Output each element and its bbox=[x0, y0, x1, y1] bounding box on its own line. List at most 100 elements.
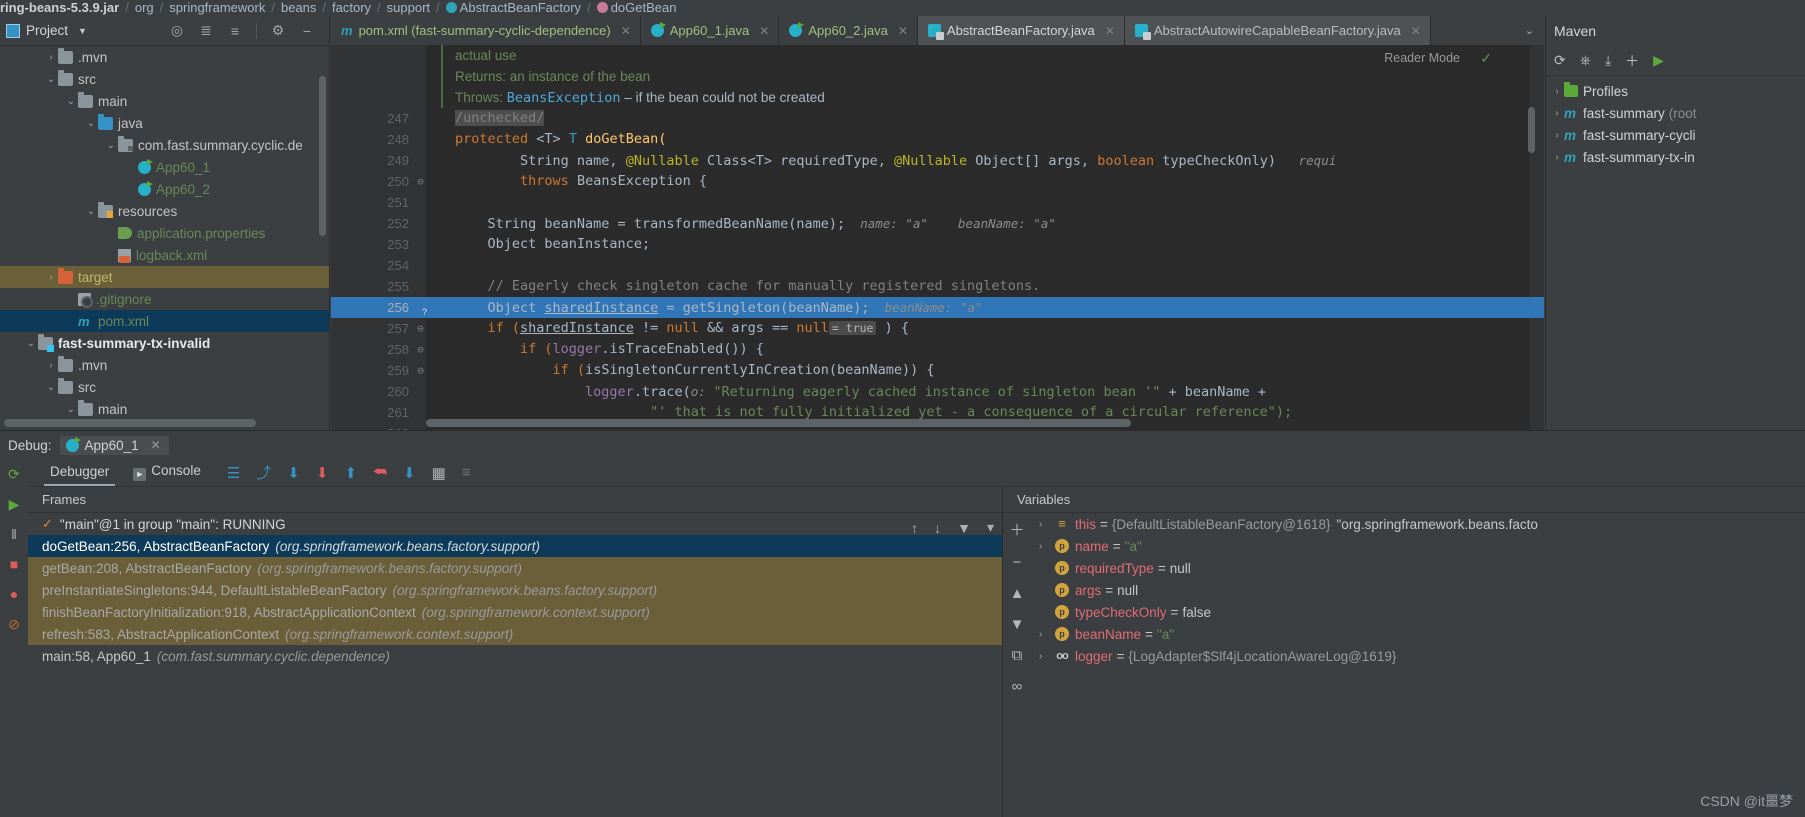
step-into-icon[interactable]: ⬇ bbox=[287, 464, 300, 482]
close-icon[interactable]: ✕ bbox=[1105, 24, 1115, 38]
chevron-down-icon[interactable]: ⌄ bbox=[104, 140, 118, 151]
remove-watch-icon[interactable]: − bbox=[1013, 554, 1022, 571]
chevron-down-icon[interactable]: ⌄ bbox=[84, 206, 98, 217]
editor-tabs-overflow-icon[interactable]: ⌄ bbox=[1515, 16, 1544, 45]
rerun-icon[interactable]: ⟳ bbox=[0, 459, 28, 489]
generate-sources-icon[interactable]: ⎈ bbox=[1580, 52, 1591, 69]
project-tree-node[interactable]: ⌄ src bbox=[0, 376, 329, 398]
code-line[interactable]: ⊖ 259 if (isSingletonCurrentlyInCreation(… bbox=[331, 360, 1544, 381]
close-icon[interactable]: ✕ bbox=[151, 438, 161, 452]
resume-program-icon[interactable]: ▶ bbox=[0, 489, 28, 519]
chevron-down-icon[interactable]: ⌄ bbox=[44, 382, 58, 393]
copy-value-icon[interactable]: ⧉ bbox=[1012, 647, 1023, 664]
code-line[interactable]: 255 // Eagerly check singleton cache for… bbox=[331, 276, 1544, 297]
pause-program-icon[interactable]: ‖ bbox=[0, 519, 28, 549]
chevron-down-icon[interactable]: ⌄ bbox=[64, 96, 78, 107]
maven-projects-tree[interactable]: › Profiles › m fast-summary (root › m fast-summa… bbox=[1546, 76, 1805, 168]
step-out-icon[interactable]: ⬆ bbox=[344, 464, 357, 482]
project-tree-node[interactable]: ⌄ src bbox=[0, 68, 329, 90]
code-line[interactable]: 253 Object beanInstance; bbox=[331, 234, 1544, 255]
code-line[interactable]: ⊖ 257 if (sharedInstance != null && args … bbox=[331, 318, 1544, 339]
code-line[interactable]: 260 logger.trace(o: "Returning eagerly c… bbox=[331, 381, 1544, 402]
force-step-into-icon[interactable]: ⬇ bbox=[316, 464, 329, 482]
code-line[interactable]: 249 String name, @Nullable Class<T> requ… bbox=[331, 150, 1544, 171]
project-tree-node[interactable]: ⌄ main bbox=[0, 90, 329, 112]
code-fold-icon[interactable]: ⊖ bbox=[415, 339, 426, 360]
step-over-icon[interactable]: ⤴ bbox=[256, 462, 271, 483]
maven-tree-node[interactable]: › m fast-summary (root bbox=[1546, 102, 1805, 124]
code-line[interactable]: 248 protected <T> T doGetBean( bbox=[331, 129, 1544, 150]
view-breakpoints-icon[interactable]: ● bbox=[0, 579, 28, 609]
project-tree-node[interactable]: ›.gitignore bbox=[0, 288, 329, 310]
download-sources-icon[interactable]: ⤓ bbox=[1605, 52, 1611, 69]
project-tree-horizontal-scrollbar[interactable] bbox=[4, 419, 256, 427]
run-to-cursor-icon[interactable]: ⬇ bbox=[403, 464, 416, 482]
project-tree-node[interactable]: ⌄ com.fast.summary.cyclic.de bbox=[0, 134, 329, 156]
chevron-down-icon[interactable]: ⌄ bbox=[44, 74, 58, 85]
project-tree-node[interactable]: › .mvn bbox=[0, 354, 329, 376]
chevron-right-icon[interactable]: › bbox=[44, 52, 58, 63]
close-icon[interactable]: ✕ bbox=[759, 24, 769, 38]
frames-up-icon[interactable]: ↑ bbox=[911, 520, 918, 536]
add-watch-icon[interactable]: ＋ bbox=[1009, 519, 1024, 540]
debug-side-toolbar[interactable]: ⟳ ▶ ‖ ■ ● ⊘ bbox=[0, 459, 28, 817]
settings-list-icon[interactable]: ≡ bbox=[462, 464, 471, 481]
variables-side-toolbar[interactable]: ＋ − ▲ ▼ ⧉ ∞ bbox=[1003, 513, 1031, 817]
code-content[interactable]: actual use Returns: an instance of the be… bbox=[331, 45, 1544, 430]
variable-row[interactable]: › p beanName = "a" bbox=[1033, 623, 1805, 645]
project-title-button[interactable]: Project ▼ bbox=[6, 23, 87, 38]
expand-arrow-icon[interactable]: › bbox=[1039, 629, 1055, 640]
chevron-right-icon[interactable]: › bbox=[1550, 152, 1564, 163]
thread-row[interactable]: ✓ "main"@1 in group "main": RUNNING bbox=[28, 513, 1002, 535]
editor-tab[interactable]: AbstractAutowireCapableBeanFactory.java ✕ bbox=[1124, 16, 1431, 45]
code-fold-icon[interactable]: ⊖ bbox=[415, 318, 426, 339]
add-maven-project-icon[interactable]: ＋ bbox=[1625, 51, 1639, 71]
code-line[interactable]: 252 String beanName = transformedBeanNam… bbox=[331, 213, 1544, 234]
project-tree-node[interactable]: ›App60_2 bbox=[0, 178, 329, 200]
variable-row[interactable]: › oo logger = {LogAdapter$Slf4jLocationAware… bbox=[1033, 645, 1805, 667]
breadcrumb-item[interactable]: org bbox=[135, 0, 154, 15]
chevron-right-icon[interactable]: › bbox=[44, 272, 58, 283]
settings-gear-icon[interactable]: ⚙ bbox=[270, 22, 286, 39]
code-fold-icon[interactable]: ⊖ bbox=[415, 360, 426, 381]
close-icon[interactable]: ✕ bbox=[1411, 24, 1421, 38]
stack-frame-row[interactable]: preInstantiateSingletons:944, DefaultLis… bbox=[28, 579, 1002, 601]
variables-list[interactable]: › ≡ this = {DefaultListableBeanFactory@1618}… bbox=[1033, 513, 1805, 817]
chevron-right-icon[interactable]: › bbox=[1550, 108, 1564, 119]
breadcrumb-item[interactable]: factory bbox=[332, 0, 371, 15]
chevron-right-icon[interactable]: › bbox=[1550, 130, 1564, 141]
close-icon[interactable]: ✕ bbox=[621, 24, 631, 38]
code-line[interactable]: 251 bbox=[331, 192, 1544, 213]
editor-horizontal-scrollbar[interactable] bbox=[426, 419, 1131, 427]
breadcrumb-item[interactable]: support bbox=[387, 0, 430, 15]
expand-arrow-icon[interactable]: › bbox=[1039, 541, 1055, 552]
watch-down-icon[interactable]: ▼ bbox=[1010, 616, 1025, 633]
project-tree-node[interactable]: ›logback.xml bbox=[0, 244, 329, 266]
variable-row[interactable]: › ≡ this = {DefaultListableBeanFactory@1618}… bbox=[1033, 513, 1805, 535]
expand-arrow-icon[interactable]: › bbox=[1039, 651, 1055, 662]
locate-icon[interactable]: ◎ bbox=[169, 22, 185, 39]
project-tree-node[interactable]: ⌄ resources bbox=[0, 200, 329, 222]
code-fold-icon[interactable]: ⊖ bbox=[415, 171, 426, 192]
breadcrumb-item[interactable]: springframework bbox=[169, 0, 265, 15]
breadcrumb-item[interactable]: beans bbox=[281, 0, 316, 15]
tab-debugger[interactable]: Debugger bbox=[38, 460, 121, 486]
code-line[interactable]: ⊖ 258 if (logger.isTraceEnabled()) { bbox=[331, 339, 1544, 360]
stack-frame-row[interactable]: getBean:208, AbstractBeanFactory (org.spr… bbox=[28, 557, 1002, 579]
variable-row[interactable]: › p name = "a" bbox=[1033, 535, 1805, 557]
debug-config-tab[interactable]: App60_1 ✕ bbox=[59, 435, 169, 455]
project-tree-node[interactable]: ›mpom.xml bbox=[0, 310, 329, 332]
stack-frame-row[interactable]: refresh:583, AbstractApplicationContext (… bbox=[28, 623, 1002, 645]
code-line[interactable]: ⊖ 250 throws BeansException { bbox=[331, 171, 1544, 192]
maven-tree-node[interactable]: › m fast-summary-cycli bbox=[1546, 124, 1805, 146]
code-line-current[interactable]: 256 Object sharedInstance = getSingleton… bbox=[331, 297, 1544, 318]
expand-arrow-icon[interactable]: › bbox=[1039, 519, 1055, 530]
editor-vertical-scrollbar[interactable] bbox=[1528, 107, 1535, 153]
project-tree-node[interactable]: ›application.properties bbox=[0, 222, 329, 244]
chevron-down-icon[interactable]: ⌄ bbox=[24, 338, 38, 349]
project-tree-node[interactable]: › .mvn bbox=[0, 46, 329, 68]
maven-tree-node[interactable]: › Profiles bbox=[1546, 80, 1805, 102]
chevron-right-icon[interactable]: › bbox=[44, 360, 58, 371]
hide-tool-window-icon[interactable]: − bbox=[299, 23, 315, 39]
reload-icon[interactable]: ⟳ bbox=[1554, 52, 1566, 69]
